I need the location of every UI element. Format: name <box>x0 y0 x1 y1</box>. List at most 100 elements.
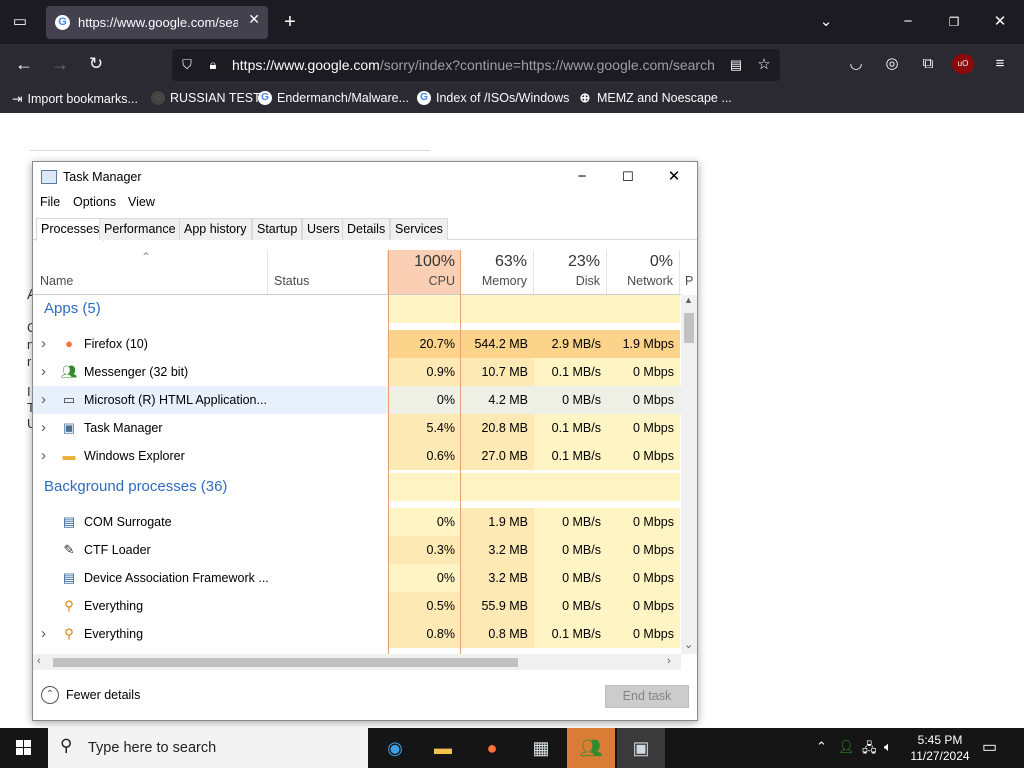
net-cell: 0 Mbps <box>607 442 680 470</box>
taskbar-search-box[interactable]: ⚲ Type here to search <box>48 728 368 768</box>
horizontal-scrollbar[interactable]: ‹ › <box>33 654 681 670</box>
menu-view[interactable]: View <box>128 195 155 209</box>
tab-app-history[interactable]: App history <box>179 218 252 240</box>
column-header-memory[interactable]: 63% Memory <box>461 250 534 294</box>
pocket-icon[interactable]: ◡ <box>844 52 868 76</box>
column-header-status[interactable]: Status <box>268 250 388 294</box>
account-icon[interactable]: ◎ <box>880 52 904 76</box>
hta-window-icon[interactable]: ▦ <box>517 728 565 768</box>
tab-users[interactable]: Users <box>302 218 345 240</box>
expand-chevron-icon[interactable]: › <box>41 620 46 648</box>
address-bar[interactable]: ⛉ 🔒︎ https://www.google.com/sorry/index?… <box>172 49 780 81</box>
close-icon[interactable]: ✕ <box>651 162 697 192</box>
close-tab-icon[interactable]: ✕ <box>248 11 260 28</box>
menu-file[interactable]: File <box>40 195 60 209</box>
column-header-network[interactable]: 0% Network <box>607 250 680 294</box>
ublock-origin-icon[interactable]: uO <box>952 54 974 74</box>
extensions-icon[interactable]: ⧉ <box>916 52 940 76</box>
expand-chevron-icon[interactable]: › <box>41 330 46 358</box>
group-header-row[interactable]: Background processes (36) <box>33 473 681 501</box>
notifications-icon[interactable]: ▭ <box>982 737 997 757</box>
tab-services[interactable]: Services <box>390 218 448 240</box>
url-text[interactable]: https://www.google.com/sorry/index?conti… <box>232 57 718 73</box>
process-row[interactable]: › ● Firefox (10) 20.7% 544.2 MB 2.9 MB/s 1.9 M… <box>33 330 681 358</box>
shield-icon[interactable]: ⛉ <box>177 53 197 77</box>
network-icon[interactable]: 🖧︎ <box>862 739 877 761</box>
messenger-icon[interactable]: 👥︎ <box>567 728 615 768</box>
restore-icon[interactable]: ❐ <box>942 10 966 34</box>
lock-icon[interactable]: 🔒︎ <box>203 53 223 77</box>
bookmark-memz[interactable]: ⊕ MEMZ and Noescape ... <box>578 91 732 106</box>
expand-chevron-icon[interactable]: › <box>41 442 46 470</box>
fewer-details-button[interactable]: ⌃ Fewer details <box>41 686 140 704</box>
net-cell: 0 Mbps <box>607 386 680 414</box>
scrollbar-thumb[interactable] <box>53 658 518 667</box>
column-header-name[interactable]: Name <box>33 250 268 294</box>
menu-options[interactable]: Options <box>73 195 116 209</box>
process-row[interactable]: › ▭ Microsoft (R) HTML Application... 0% 4.2… <box>33 386 681 414</box>
process-row[interactable]: ✎ CTF Loader 0.3% 3.2 MB 0 MB/s 0 Mbps <box>33 536 681 564</box>
scroll-left-chevron-icon[interactable]: ‹ <box>37 655 41 667</box>
process-row[interactable]: ▤ Device Association Framework ... 0% 3.2 M… <box>33 564 681 592</box>
back-arrow-icon[interactable]: ← <box>12 52 36 76</box>
expand-chevron-icon[interactable]: › <box>41 358 46 386</box>
process-row[interactable]: ▤ COM Surrogate 0% 1.9 MB 0 MB/s 0 Mbps <box>33 508 681 536</box>
column-header-cpu[interactable]: 100% CPU <box>388 250 461 294</box>
volume-icon[interactable]: 🔈︎ <box>884 739 892 755</box>
firefox-icon[interactable]: ● <box>468 728 516 768</box>
tab-details[interactable]: Details <box>342 218 391 240</box>
empty-cell <box>607 295 680 323</box>
bookmark-star-icon[interactable]: ☆ <box>754 53 774 77</box>
expand-chevron-icon[interactable]: › <box>41 386 46 414</box>
minimize-icon[interactable]: − <box>896 10 920 34</box>
process-row[interactable]: › ⚲ Everything 0.8% 0.8 MB 0.1 MB/s 0 Mbps <box>33 620 681 648</box>
browser-tab[interactable]: G https://www.google.com/search ✕ <box>46 6 268 39</box>
end-task-button[interactable]: End task <box>605 685 689 708</box>
group-header-row[interactable]: Apps (5) <box>33 295 681 323</box>
title-bar[interactable]: Task Manager − ☐ ✕ <box>33 162 697 192</box>
process-row[interactable]: ⚲ Everything 0.5% 55.9 MB 0 MB/s 0 Mbps <box>33 592 681 620</box>
start-button[interactable] <box>0 728 48 768</box>
tab-processes[interactable]: Processes <box>36 218 105 241</box>
edge-icon[interactable]: ◉ <box>371 728 419 768</box>
scroll-down-chevron-icon[interactable]: ⌄ <box>684 638 693 651</box>
expand-chevron-icon[interactable]: › <box>41 414 46 442</box>
bookmark-endermanch[interactable]: G Endermanch/Malware... <box>258 91 409 105</box>
clock[interactable]: 5:45 PM 11/27/2024 <box>905 732 975 764</box>
task-manager-icon[interactable]: ▣ <box>617 728 665 768</box>
tab-performance[interactable]: Performance <box>99 218 181 240</box>
bookmark-isos[interactable]: G Index of /ISOs/Windows <box>417 91 569 105</box>
disk-cell: 0 MB/s <box>534 386 607 414</box>
column-header-power[interactable]: P <box>680 250 697 294</box>
reload-icon[interactable]: ↻ <box>84 52 108 76</box>
process-row[interactable]: › ▣ Task Manager 5.4% 20.8 MB 0.1 MB/s 0 Mbps <box>33 414 681 442</box>
maximize-icon[interactable]: ☐ <box>605 162 651 192</box>
tab-startup[interactable]: Startup <box>252 218 303 240</box>
messenger-tray-icon[interactable]: 👤︎ <box>838 739 855 755</box>
forward-arrow-icon[interactable]: → <box>48 52 72 76</box>
minimize-icon[interactable]: − <box>559 162 605 192</box>
show-hidden-icons-chevron-up-icon[interactable]: ⌃ <box>816 739 827 755</box>
scroll-up-arrow-icon[interactable]: ▲ <box>684 295 693 305</box>
process-row[interactable]: › 👥︎ Messenger (32 bit) 0.9% 10.7 MB 0.1 MB/s… <box>33 358 681 386</box>
mem-cell: 55.9 MB <box>461 592 534 620</box>
reader-view-icon[interactable]: ▤ <box>726 53 746 77</box>
mem-cell: 0.8 MB <box>461 620 534 648</box>
process-name: Microsoft (R) HTML Application... <box>84 393 267 407</box>
column-header-disk[interactable]: 23% Disk <box>534 250 607 294</box>
vertical-scrollbar[interactable]: ▲ ⌄ <box>681 295 697 654</box>
tab-overview-icon[interactable]: ▭ <box>8 10 32 34</box>
net-cell: 0 Mbps <box>607 620 680 648</box>
new-tab-icon[interactable]: + <box>278 10 302 34</box>
process-row[interactable]: › ▬ Windows Explorer 0.6% 27.0 MB 0.1 MB/s 0 M… <box>33 442 681 470</box>
bookmark-import[interactable]: ⇥ Import bookmarks... <box>12 91 138 107</box>
scrollbar-thumb[interactable] <box>684 313 694 343</box>
bookmark-russian-test[interactable]: ◌ RUSSIAN TEST <box>151 91 261 105</box>
window-title: Task Manager <box>63 170 142 184</box>
hamburger-menu-icon[interactable]: ≡ <box>988 52 1012 76</box>
mem-cell: 3.2 MB <box>461 536 534 564</box>
list-tabs-chevron-down-icon[interactable]: ⌄ <box>814 10 838 34</box>
file-explorer-icon[interactable]: ▬ <box>419 728 467 768</box>
close-window-icon[interactable]: ✕ <box>988 10 1012 34</box>
scroll-right-chevron-icon[interactable]: › <box>667 655 671 667</box>
